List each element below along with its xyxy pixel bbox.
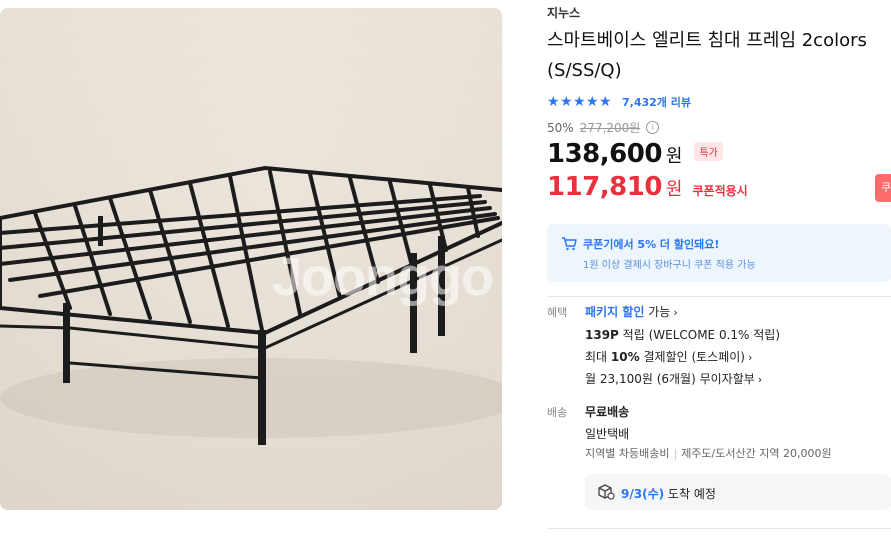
- special-badge: 특가: [694, 142, 723, 161]
- card-discount-row[interactable]: 최대 10% 결제할인 (토스페이) ›: [585, 348, 752, 365]
- promo-title: 쿠폰기에서 5% 더 할인돼요!: [583, 238, 720, 251]
- separator: |: [673, 447, 678, 460]
- card-discount-rate: 10%: [610, 350, 640, 364]
- delivery-estimate-text: 9/3(수) 도착 예정: [621, 485, 716, 502]
- price-line: 138,600 원 특가: [547, 139, 723, 169]
- coupon-download-button[interactable]: 쿠: [875, 174, 891, 202]
- delivery-date: 9/3(수): [621, 487, 665, 501]
- coupon-price-unit: 원: [665, 179, 683, 200]
- points-text: 적립 (WELCOME 0.1% 적립): [622, 328, 781, 342]
- package-box-icon: [597, 484, 615, 504]
- discount-line: 50% 277,200원 i: [547, 119, 660, 136]
- product-title: 스마트베이스 엘리트 침대 프레임 2colors (S/SS/Q): [547, 30, 867, 81]
- package-suffix: 가능: [648, 305, 671, 319]
- star-rating: ★ ★ ★ ★ ★: [547, 93, 612, 110]
- shipping-fee-info: 지역별 차등배송비 | 제주도/도서산간 지역 20,000원: [585, 445, 832, 461]
- installment-text: 월 23,100원 (6개월) 무이자할부: [585, 372, 755, 386]
- delivery-estimate-box[interactable]: 9/3(수) 도착 예정: [585, 474, 891, 510]
- chevron-right-icon: ›: [673, 306, 678, 319]
- cart-icon: [561, 237, 577, 255]
- coupon-price-line: 117,810 원 쿠폰적용시: [547, 172, 748, 202]
- original-price: 277,200원: [579, 121, 641, 135]
- regional-fee: 지역별 차등배송비: [585, 447, 670, 460]
- half-star-icon: ★: [599, 93, 612, 110]
- installment-row[interactable]: 월 23,100원 (6개월) 무이자할부 ›: [585, 370, 762, 387]
- info-icon[interactable]: i: [646, 121, 660, 134]
- jeju-fee: 제주도/도서산간 지역 20,000원: [681, 447, 832, 460]
- benefits-label: 혜택: [547, 306, 568, 319]
- product-image[interactable]: Joonggo: [0, 8, 502, 510]
- discount-rate: 50%: [547, 120, 574, 135]
- star-icon: ★: [560, 93, 573, 110]
- card-discount-text: 결제할인 (토스페이): [643, 350, 745, 364]
- price-unit: 원: [665, 146, 683, 167]
- chevron-right-icon: ›: [757, 373, 763, 386]
- points-row: 139P 적립 (WELCOME 0.1% 적립): [585, 326, 780, 343]
- rating-row[interactable]: ★ ★ ★ ★ ★ 7,432개 리뷰: [547, 94, 691, 110]
- seller-name[interactable]: 지누스: [547, 4, 580, 21]
- watermark-text: Joonggo: [272, 247, 494, 307]
- package-discount-row[interactable]: 패키지 할인 가능 ›: [585, 303, 678, 320]
- coupon-promo-banner[interactable]: 쿠폰기에서 5% 더 할인돼요! 1원 이상 결제시 장바구니 쿠폰 적용 가능: [547, 224, 891, 282]
- divider: [547, 296, 891, 297]
- review-count-link[interactable]: 7,432개 리뷰: [622, 94, 691, 110]
- delivery-suffix: 도착 예정: [667, 487, 716, 501]
- star-icon: ★: [586, 93, 599, 110]
- shipping-label: 배송: [547, 406, 568, 419]
- divider: [547, 528, 891, 529]
- coupon-label: 쿠폰적용시: [692, 184, 748, 198]
- coupon-price: 117,810: [547, 172, 662, 202]
- free-shipping-row: 무료배송: [585, 403, 629, 420]
- chevron-right-icon: ›: [747, 351, 753, 364]
- package-discount-link[interactable]: 패키지 할인: [585, 305, 644, 319]
- points-amount: 139P: [585, 328, 619, 342]
- shipping-method: 일반택배: [585, 427, 630, 441]
- star-icon: ★: [547, 93, 560, 110]
- shipping-type: 무료배송: [585, 405, 630, 419]
- sale-price: 138,600: [547, 139, 662, 169]
- promo-subtitle: 1원 이상 결제시 장바구니 쿠폰 적용 가능: [583, 260, 756, 271]
- card-prefix: 최대: [585, 350, 608, 364]
- star-icon: ★: [573, 93, 586, 110]
